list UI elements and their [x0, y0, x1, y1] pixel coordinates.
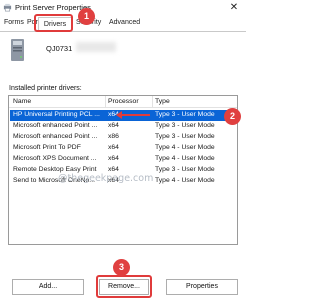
title-bar: Print Server Properties ✕ — [0, 0, 246, 15]
step-badge-2: 2 — [224, 108, 241, 125]
table-row[interactable]: Microsoft enhanced Point ... x86 Type 3 … — [10, 132, 236, 143]
remove-button-highlight — [96, 275, 152, 298]
printer-icon — [3, 3, 12, 12]
add-button[interactable]: Add... — [12, 279, 84, 295]
driver-name: Microsoft Print To PDF — [13, 144, 81, 151]
column-header-type[interactable]: Type — [155, 98, 170, 105]
driver-name: Microsoft enhanced Point ... — [13, 133, 98, 140]
driver-processor: x64 — [108, 144, 119, 151]
redacted-text — [76, 42, 116, 52]
table-row[interactable]: Microsoft enhanced Point ... x64 Type 3 … — [10, 121, 236, 132]
watermark: @thegeekpage.com — [58, 173, 154, 184]
column-header-name[interactable]: Name — [13, 98, 31, 105]
driver-type: Type 4 - User Mode — [155, 177, 215, 184]
driver-type: Type 4 - User Mode — [155, 144, 215, 151]
arrow-line — [118, 114, 150, 116]
table-row[interactable]: Microsoft Print To PDF x64 Type 4 - User… — [10, 143, 236, 154]
close-button[interactable]: ✕ — [224, 0, 244, 15]
driver-processor: x64 — [108, 122, 119, 129]
drivers-tab-highlight — [34, 14, 73, 32]
driver-type: Type 3 - User Mode — [155, 122, 215, 129]
step-badge-1: 1 — [78, 8, 95, 25]
driver-name: Microsoft enhanced Point ... — [13, 122, 98, 129]
driver-name: Remote Desktop Easy Print — [13, 166, 97, 173]
driver-type: Type 3 - User Mode — [155, 166, 215, 173]
column-header-processor[interactable]: Processor — [108, 98, 139, 105]
list-caption: Installed printer drivers: — [9, 85, 82, 92]
driver-type: Type 3 - User Mode — [155, 133, 215, 140]
list-header: Name Processor Type — [9, 96, 237, 108]
column-divider[interactable] — [152, 96, 153, 108]
properties-button[interactable]: Properties — [166, 279, 238, 295]
column-divider[interactable] — [105, 96, 106, 108]
step-badge-3: 3 — [113, 259, 130, 276]
tab-advanced[interactable]: Advanced — [109, 19, 140, 26]
annotation-arrow — [0, 110, 246, 120]
printer-server-icon — [11, 39, 24, 61]
server-name: QJ0731 — [46, 44, 73, 53]
driver-processor: x86 — [108, 133, 119, 140]
driver-processor: x64 — [108, 155, 119, 162]
table-row[interactable]: Microsoft XPS Document ... x64 Type 4 - … — [10, 154, 236, 165]
tab-forms[interactable]: Forms — [4, 19, 24, 26]
driver-type: Type 4 - User Mode — [155, 155, 215, 162]
driver-name: Microsoft XPS Document ... — [13, 155, 97, 162]
driver-processor: x64 — [108, 166, 119, 173]
